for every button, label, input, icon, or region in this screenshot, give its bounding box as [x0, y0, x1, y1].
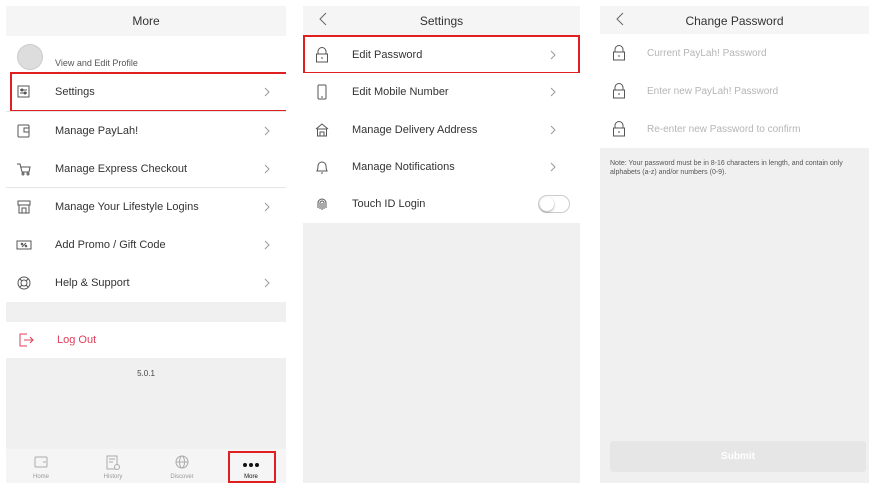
submit-button[interactable]: Submit — [610, 441, 866, 472]
menu-item-manage-paylah[interactable]: Manage PayLah! — [6, 112, 286, 150]
menu-item-label: Manage Your Lifestyle Logins — [55, 201, 199, 213]
current-password-input[interactable] — [647, 43, 852, 63]
change-password-screen: Change Password Note: Your password must… — [600, 0, 869, 483]
new-password-row — [600, 72, 869, 110]
confirm-password-input[interactable] — [647, 119, 852, 139]
logout-icon — [18, 332, 34, 353]
profile-label: View and Edit Profile — [55, 58, 138, 68]
change-password-navbar: Change Password — [600, 6, 869, 36]
more-navbar: More — [6, 6, 286, 36]
chevron-right-icon — [550, 125, 556, 138]
section-spacer — [6, 302, 286, 322]
menu-item-help-support[interactable]: Help & Support — [6, 264, 286, 302]
fingerprint-icon — [315, 196, 331, 212]
chevron-right-icon — [264, 278, 270, 291]
chevron-right-icon — [550, 87, 556, 100]
menu-item-edit-mobile[interactable]: Edit Mobile Number — [303, 73, 580, 111]
phone-icon — [315, 84, 331, 100]
highlight-box-settings — [10, 72, 286, 112]
menu-item-promo-code[interactable]: Add Promo / Gift Code — [6, 226, 286, 264]
touch-id-label: Touch ID Login — [352, 198, 426, 210]
change-password-body — [600, 148, 869, 483]
menu-item-notifications[interactable]: Manage Notifications — [303, 148, 580, 186]
tab-history[interactable]: History — [88, 449, 138, 483]
history-icon — [106, 455, 120, 476]
menu-item-label: Add Promo / Gift Code — [55, 239, 166, 251]
change-password-title: Change Password — [685, 14, 784, 28]
logout-label: Log Out — [57, 334, 97, 346]
bell-icon — [315, 159, 331, 175]
settings-empty-area — [303, 223, 580, 483]
menu-item-label: Manage Delivery Address — [352, 124, 478, 136]
back-icon[interactable] — [319, 12, 327, 26]
highlight-box-edit-password — [303, 35, 580, 74]
lock-icon — [612, 121, 626, 142]
paylah-icon — [16, 123, 32, 139]
new-password-input[interactable] — [647, 81, 852, 101]
menu-item-label: Manage Express Checkout — [55, 163, 188, 175]
promo-icon — [16, 237, 32, 253]
chevron-right-icon — [264, 126, 270, 139]
tab-discover[interactable]: Discover — [157, 449, 207, 483]
avatar[interactable] — [17, 44, 43, 70]
house-icon — [315, 122, 331, 138]
toggle-knob — [540, 197, 554, 211]
wallet-icon — [34, 455, 48, 474]
lifebuoy-icon — [16, 275, 32, 291]
touch-id-toggle[interactable] — [538, 195, 570, 213]
confirm-password-row — [600, 110, 869, 148]
chevron-right-icon — [264, 202, 270, 215]
menu-item-label: Help & Support — [55, 277, 130, 289]
highlight-box-more-tab — [228, 451, 276, 483]
chevron-right-icon — [264, 240, 270, 253]
settings-navbar: Settings — [303, 6, 580, 36]
tab-label: History — [103, 474, 123, 480]
lock-icon — [612, 83, 626, 104]
store-icon — [16, 199, 32, 215]
chevron-right-icon — [550, 162, 556, 175]
menu-item-label: Manage Notifications — [352, 161, 455, 173]
logout-button[interactable]: Log Out — [6, 322, 286, 358]
current-password-row — [600, 34, 869, 72]
tab-label: Discover — [170, 474, 194, 480]
menu-item-label: Manage PayLah! — [55, 125, 139, 137]
more-screen: More View and Edit Profile Settings Mana… — [6, 0, 286, 483]
menu-item-delivery-address[interactable]: Manage Delivery Address — [303, 111, 580, 149]
password-rules-note: Note: Your password must be in 8-16 char… — [610, 160, 843, 176]
tab-home[interactable]: Home — [16, 449, 66, 483]
lock-icon — [612, 45, 626, 66]
cart-icon — [16, 161, 32, 177]
settings-title: Settings — [419, 14, 464, 28]
menu-item-lifestyle-logins[interactable]: Manage Your Lifestyle Logins — [6, 188, 286, 226]
settings-screen: Settings Edit Password Edit Mobile Numbe… — [303, 0, 580, 483]
more-title: More — [132, 14, 160, 28]
chevron-right-icon — [264, 164, 270, 177]
back-icon[interactable] — [616, 12, 624, 26]
menu-item-express-checkout[interactable]: Manage Express Checkout — [6, 150, 286, 188]
tab-label: Home — [32, 474, 49, 480]
app-version: 5.0.1 — [137, 369, 155, 378]
menu-item-label: Edit Mobile Number — [352, 86, 449, 98]
globe-icon — [175, 455, 189, 474]
